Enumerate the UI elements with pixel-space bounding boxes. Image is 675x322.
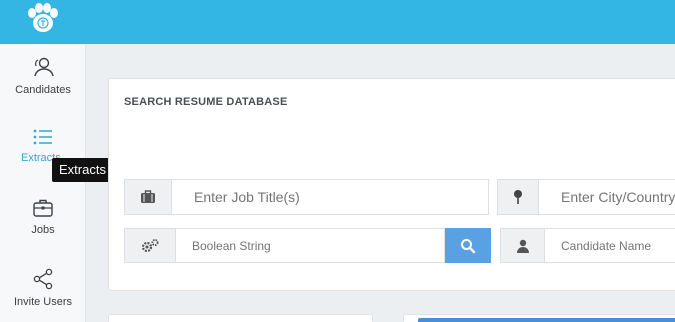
boolean-string-input[interactable] [176, 228, 445, 263]
bottom-card-header [418, 318, 675, 322]
sidebar-item-jobs[interactable]: Jobs [0, 198, 86, 236]
sidebar-item-label: Jobs [31, 224, 55, 236]
search-button[interactable] [445, 228, 491, 263]
sidebar-tooltip: Extracts [52, 158, 113, 182]
user-outline-icon [34, 57, 54, 77]
job-title-input[interactable] [172, 179, 489, 215]
bottom-card-left [108, 314, 373, 322]
share-icon [33, 268, 53, 290]
paw-logo-icon[interactable] [22, 2, 64, 34]
list-icon [33, 129, 52, 145]
location-input[interactable] [539, 179, 675, 215]
location-group [497, 179, 675, 215]
user-icon [500, 228, 545, 263]
sidebar-item-label: Candidates [15, 84, 71, 96]
boolean-group [124, 228, 491, 263]
sidebar-item-candidates[interactable]: Candidates [0, 56, 86, 96]
top-bar [0, 0, 675, 44]
candidate-name-input[interactable] [545, 228, 675, 263]
job-title-group [124, 179, 489, 215]
gears-icon [124, 228, 176, 263]
map-pin-icon [497, 179, 539, 215]
briefcase-icon [33, 199, 53, 217]
panel-title: SEARCH RESUME DATABASE [124, 96, 288, 108]
sidebar-item-label: Invite Users [13, 296, 73, 308]
candidate-group [500, 228, 675, 263]
search-icon [461, 238, 476, 253]
sidebar-item-invite-users[interactable]: Invite Users [0, 268, 86, 308]
briefcase-icon [124, 179, 172, 215]
